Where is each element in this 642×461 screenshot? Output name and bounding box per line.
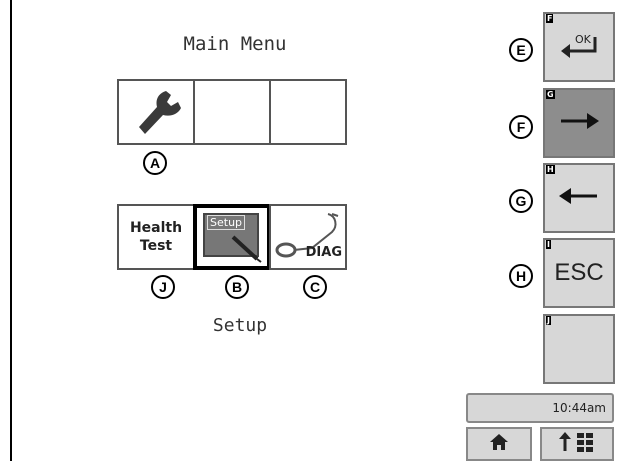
diag-label: DIAG xyxy=(305,245,342,260)
callout-b: B xyxy=(225,275,249,299)
svg-text:OK: OK xyxy=(575,33,592,46)
callout-f: F xyxy=(509,115,533,139)
menu-row-bottom: Health Test Setup DIAG xyxy=(117,204,347,270)
esc-softkey[interactable]: I ESC xyxy=(543,238,615,308)
setup-button[interactable]: Setup xyxy=(193,204,271,270)
page-title: Main Menu xyxy=(183,33,287,55)
wrench-icon xyxy=(129,85,183,140)
clock-display: 10:44am xyxy=(466,393,614,423)
left-arrow-softkey[interactable]: H xyxy=(543,163,615,233)
menu-cell-empty-3[interactable] xyxy=(269,79,347,145)
left-frame-line xyxy=(10,0,12,461)
ok-softkey[interactable]: F OK xyxy=(543,12,615,82)
right-arrow-icon xyxy=(557,109,601,138)
blank-softkey[interactable]: J xyxy=(543,314,615,384)
home-icon xyxy=(489,433,509,456)
callout-h: H xyxy=(509,264,533,288)
menu-cell-wrench[interactable] xyxy=(117,79,195,145)
right-arrow-softkey[interactable]: G xyxy=(543,88,615,158)
navigation-grid-icon xyxy=(557,431,597,458)
health-test-label: Health Test xyxy=(129,220,183,254)
selected-item-caption: Setup xyxy=(212,315,268,336)
home-button[interactable] xyxy=(466,427,532,461)
callout-g: G xyxy=(509,189,533,213)
diag-button[interactable]: DIAG xyxy=(269,204,347,270)
enter-icon: OK xyxy=(557,31,601,64)
menu-row-top xyxy=(117,79,347,145)
callout-j: J xyxy=(151,275,175,299)
navigation-shortcut-button[interactable] xyxy=(540,427,614,461)
callout-c: C xyxy=(303,275,327,299)
menu-cell-empty-2[interactable] xyxy=(193,79,271,145)
left-arrow-icon xyxy=(557,184,601,213)
setup-icon: Setup xyxy=(201,211,263,263)
health-test-button[interactable]: Health Test xyxy=(117,204,195,270)
callout-e: E xyxy=(509,38,533,62)
esc-label: ESC xyxy=(554,259,604,286)
callout-a: A xyxy=(143,151,167,175)
